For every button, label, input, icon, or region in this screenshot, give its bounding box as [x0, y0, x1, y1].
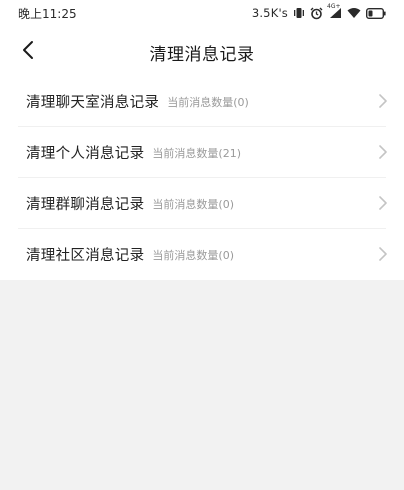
message-count: 当前消息数量(0): [167, 95, 249, 109]
chevron-right-icon: [378, 93, 388, 109]
battery-icon: [366, 7, 386, 19]
clear-personal-messages-item[interactable]: 清理个人消息记录 当前消息数量(21): [0, 127, 404, 178]
message-count: 当前消息数量(0): [152, 197, 234, 211]
clear-chatroom-messages-item[interactable]: 清理聊天室消息记录 当前消息数量(0): [0, 76, 404, 127]
status-time: 晚上11:25: [18, 6, 77, 21]
status-icons: 3.5K's 4G+: [251, 3, 386, 20]
chevron-right-icon: [378, 195, 388, 211]
cellular-signal-icon: 4G+: [327, 3, 342, 19]
clear-group-messages-item[interactable]: 清理群聊消息记录 当前消息数量(0): [0, 178, 404, 229]
empty-area: [0, 280, 404, 490]
header: 清理消息记录: [0, 26, 404, 76]
alarm-icon: [310, 7, 323, 20]
vibrate-icon: [293, 7, 305, 19]
screen: 晚上11:25 3.5K's 4G+ 清理消息记录 清理聊天室消息记录 当前消息…: [0, 0, 404, 490]
chevron-right-icon: [378, 144, 388, 160]
page-title: 清理消息记录: [149, 45, 255, 65]
clear-community-messages-item[interactable]: 清理社区消息记录 当前消息数量(0): [0, 229, 404, 280]
network-speed: 3.5K's: [251, 6, 288, 20]
message-count: 当前消息数量(0): [152, 248, 234, 262]
chevron-right-icon: [378, 246, 388, 262]
clear-options-list: 清理聊天室消息记录 当前消息数量(0) 清理个人消息记录 当前消息数量(21) …: [0, 76, 404, 280]
status-bar: 晚上11:25 3.5K's 4G+: [0, 0, 404, 26]
wifi-icon: [347, 7, 361, 19]
message-count: 当前消息数量(21): [152, 146, 241, 160]
item-label: 清理个人消息记录: [26, 146, 145, 162]
item-label: 清理聊天室消息记录: [26, 95, 160, 111]
item-label: 清理社区消息记录: [26, 248, 145, 264]
network-type: 4G+: [327, 3, 341, 10]
item-label: 清理群聊消息记录: [26, 197, 145, 213]
